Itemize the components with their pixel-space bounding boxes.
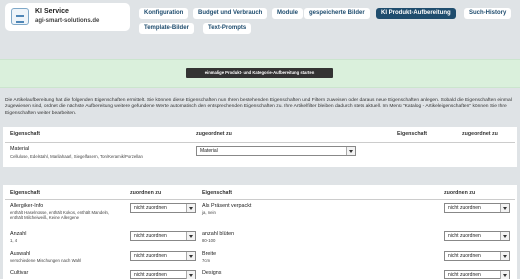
nav-such-history[interactable]: Such-History	[464, 8, 512, 19]
table2-row3-left-select[interactable]: nicht zuordnen	[130, 251, 196, 261]
table2-row4-right-select[interactable]: nicht zuordnen	[444, 270, 510, 279]
table1-row-title: Material	[10, 146, 30, 152]
logo-icon	[11, 8, 29, 25]
table2-row4-left-title: Cultivar	[10, 270, 29, 276]
table2-header-left-assign: zuordnen zu	[130, 190, 162, 196]
nav-budget[interactable]: Budget und Verbrauch	[193, 8, 268, 19]
table2-row4-right-select-value: nicht zuordnen	[448, 272, 481, 278]
table1-header-property: Eigenschaft	[10, 131, 41, 137]
table2-row2-left-select[interactable]: nicht zuordnen	[130, 231, 196, 241]
nav-ki-produkt-aufbereitung[interactable]: KI Produkt-Aufbereitung	[376, 8, 456, 19]
table2-row1-right-select-value: nicht zuordnen	[448, 205, 481, 211]
chevron-down-icon	[346, 147, 355, 155]
chevron-down-icon	[186, 271, 195, 279]
table2-row3-right-select-value: nicht zuordnen	[448, 253, 481, 259]
table2-row3-right-title: Breite	[202, 251, 217, 257]
nav-konfiguration[interactable]: Konfiguration	[139, 8, 189, 19]
nav-template-bilder[interactable]: Template-Bilder	[139, 23, 194, 34]
chevron-down-icon	[186, 232, 195, 240]
table2-row2-left-title: Anzahl	[10, 231, 27, 237]
table2-row3-right-select[interactable]: nicht zuordnen	[444, 251, 510, 261]
table2-row2-right-select-value: nicht zuordnen	[448, 233, 481, 239]
table2-row1-right-select[interactable]: nicht zuordnen	[444, 203, 510, 213]
app-subtitle: agi-smart-solutions.de	[35, 18, 100, 24]
start-processing-button[interactable]: einmalige Produkt- und Kategorie-Aufbere…	[186, 68, 333, 78]
table2-header-left-property: Eigenschaft	[10, 190, 41, 196]
chevron-down-icon	[500, 232, 509, 240]
table2-divider	[5, 199, 515, 200]
nav-module[interactable]: Module	[272, 8, 303, 19]
table1-header-assigned-2: zugeordnet zu	[462, 131, 498, 137]
table2-row4-left-select[interactable]: nicht zuordnen	[130, 270, 196, 279]
app-logo[interactable]: KI Service agi-smart-solutions.de	[5, 3, 130, 31]
table2-row1-left-title: Allergiker-Info	[10, 203, 44, 209]
table1-header-assigned: zugeordnet zu	[196, 131, 232, 137]
table2-row4-right-title: Designs	[202, 270, 222, 276]
chevron-down-icon	[500, 271, 509, 279]
table2-row3-right-values: 7cm	[202, 258, 211, 263]
chevron-down-icon	[186, 204, 195, 212]
app-title: KI Service	[35, 8, 69, 15]
table1-row-select[interactable]: Material	[196, 146, 356, 156]
chevron-down-icon	[186, 252, 195, 260]
table2-row3-left-values: verschiedene Mischungen nach Wahl	[10, 258, 82, 263]
description-text: Die Artikelaufbereitung hat die folgende…	[5, 98, 512, 116]
table1-header-property-2: Eigenschaft	[397, 131, 428, 137]
table2-row3-left-select-value: nicht zuordnen	[134, 253, 167, 259]
table1-divider	[5, 142, 515, 143]
table2-row4-left-select-value: nicht zuordnen	[134, 272, 167, 278]
table2-row1-right-values: ja, nein	[202, 210, 216, 215]
nav-text-prompts[interactable]: Text-Prompts	[203, 23, 252, 34]
table1-row-values: Cellulose, Edelstahl, Marilahaarl, Siege…	[10, 154, 143, 159]
chevron-down-icon	[500, 204, 509, 212]
table2-row1-left-select-value: nicht zuordnen	[134, 205, 167, 211]
table2-row2-right-title: anzahl blüten	[202, 231, 235, 237]
table2-row1-right-title: Als Präsent verpackt	[202, 203, 252, 209]
table2-header-right-property: Eigenschaft	[202, 190, 233, 196]
nav-gespeicherte-bilder[interactable]: gespeicherte Bilder	[304, 8, 370, 19]
table2-row2-right-values: 80-100	[202, 238, 216, 243]
app-header: KI Service agi-smart-solutions.de Konfig…	[0, 0, 520, 40]
table2-row2-right-select[interactable]: nicht zuordnen	[444, 231, 510, 241]
table2-row2-left-select-value: nicht zuordnen	[134, 233, 167, 239]
chevron-down-icon	[500, 252, 509, 260]
table2-row1-left-values: enthält Haselnüsse, enthält Kokos, enthä…	[10, 210, 110, 221]
table2-row1-left-select[interactable]: nicht zuordnen	[130, 203, 196, 213]
table2-row2-left-values: 1, 4	[10, 238, 18, 243]
table2-header-right-assign: zuordnen zu	[444, 190, 476, 196]
table2-row3-left-title: Auswahl	[10, 251, 31, 257]
table1-row-select-value: Material	[200, 148, 218, 154]
